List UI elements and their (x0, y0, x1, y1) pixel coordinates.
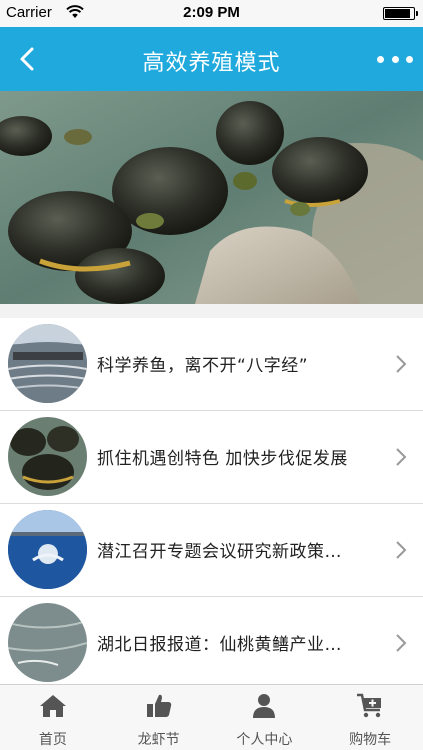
article-list: 科学养鱼，离不开“八字经” 抓住机遇创特色 加快步伐促发展 潜江召开专题会议研究… (0, 318, 423, 684)
banner-carousel[interactable] (0, 91, 423, 304)
more-dot (391, 55, 399, 63)
list-item[interactable]: 科学养鱼，离不开“八字经” (0, 318, 423, 411)
person-icon (253, 694, 276, 718)
list-item[interactable]: 湖北日报报道：仙桃黄鳝产业… (0, 597, 423, 684)
tab-profile[interactable]: 个人中心 (212, 685, 318, 750)
tab-label: 购物车 (349, 732, 392, 748)
tab-label: 个人中心 (236, 732, 293, 748)
tab-label: 首页 (38, 732, 67, 748)
article-title: 潜江召开专题会议研究新政策… (97, 542, 342, 562)
clock: 2:09 PM (183, 4, 240, 21)
list-item[interactable]: 抓住机遇创特色 加快步伐促发展 (0, 411, 423, 504)
more-dot (406, 55, 413, 63)
tab-home[interactable]: 首页 (0, 685, 106, 750)
more-button[interactable] (377, 49, 413, 69)
chevron-right-icon (396, 541, 407, 559)
battery-fill (385, 9, 410, 18)
battery-icon (383, 7, 418, 20)
article-title: 抓住机遇创特色 加快步伐促发展 (97, 449, 348, 469)
chevron-right-icon (396, 355, 407, 373)
chevron-right-icon (396, 634, 407, 652)
tab-bar: 首页 龙虾节 个人中心 购物车 (0, 684, 423, 750)
chevron-right-icon (396, 448, 407, 466)
article-thumbnail (8, 324, 87, 403)
home-icon (39, 695, 66, 717)
tab-crayfish-festival[interactable]: 龙虾节 (106, 685, 212, 750)
list-item[interactable]: 潜江召开专题会议研究新政策… (0, 504, 423, 597)
article-thumbnail (8, 510, 87, 589)
status-bar: Carrier 2:09 PM (0, 0, 423, 27)
banner-image (0, 91, 423, 304)
page-title: 高效养殖模式 (142, 51, 281, 76)
cart-icon (357, 693, 382, 718)
tab-cart[interactable]: 购物车 (317, 685, 423, 750)
more-dots-icon (377, 55, 384, 63)
thumbs-up-icon (146, 694, 171, 717)
article-thumbnail (8, 603, 87, 682)
nav-bar: 高效养殖模式 (0, 27, 423, 91)
article-title: 湖北日报报道：仙桃黄鳝产业… (97, 635, 342, 655)
section-gap (0, 304, 423, 318)
article-title: 科学养鱼，离不开“八字经” (97, 356, 309, 376)
article-thumbnail (8, 417, 87, 496)
tab-label: 龙虾节 (137, 732, 180, 748)
